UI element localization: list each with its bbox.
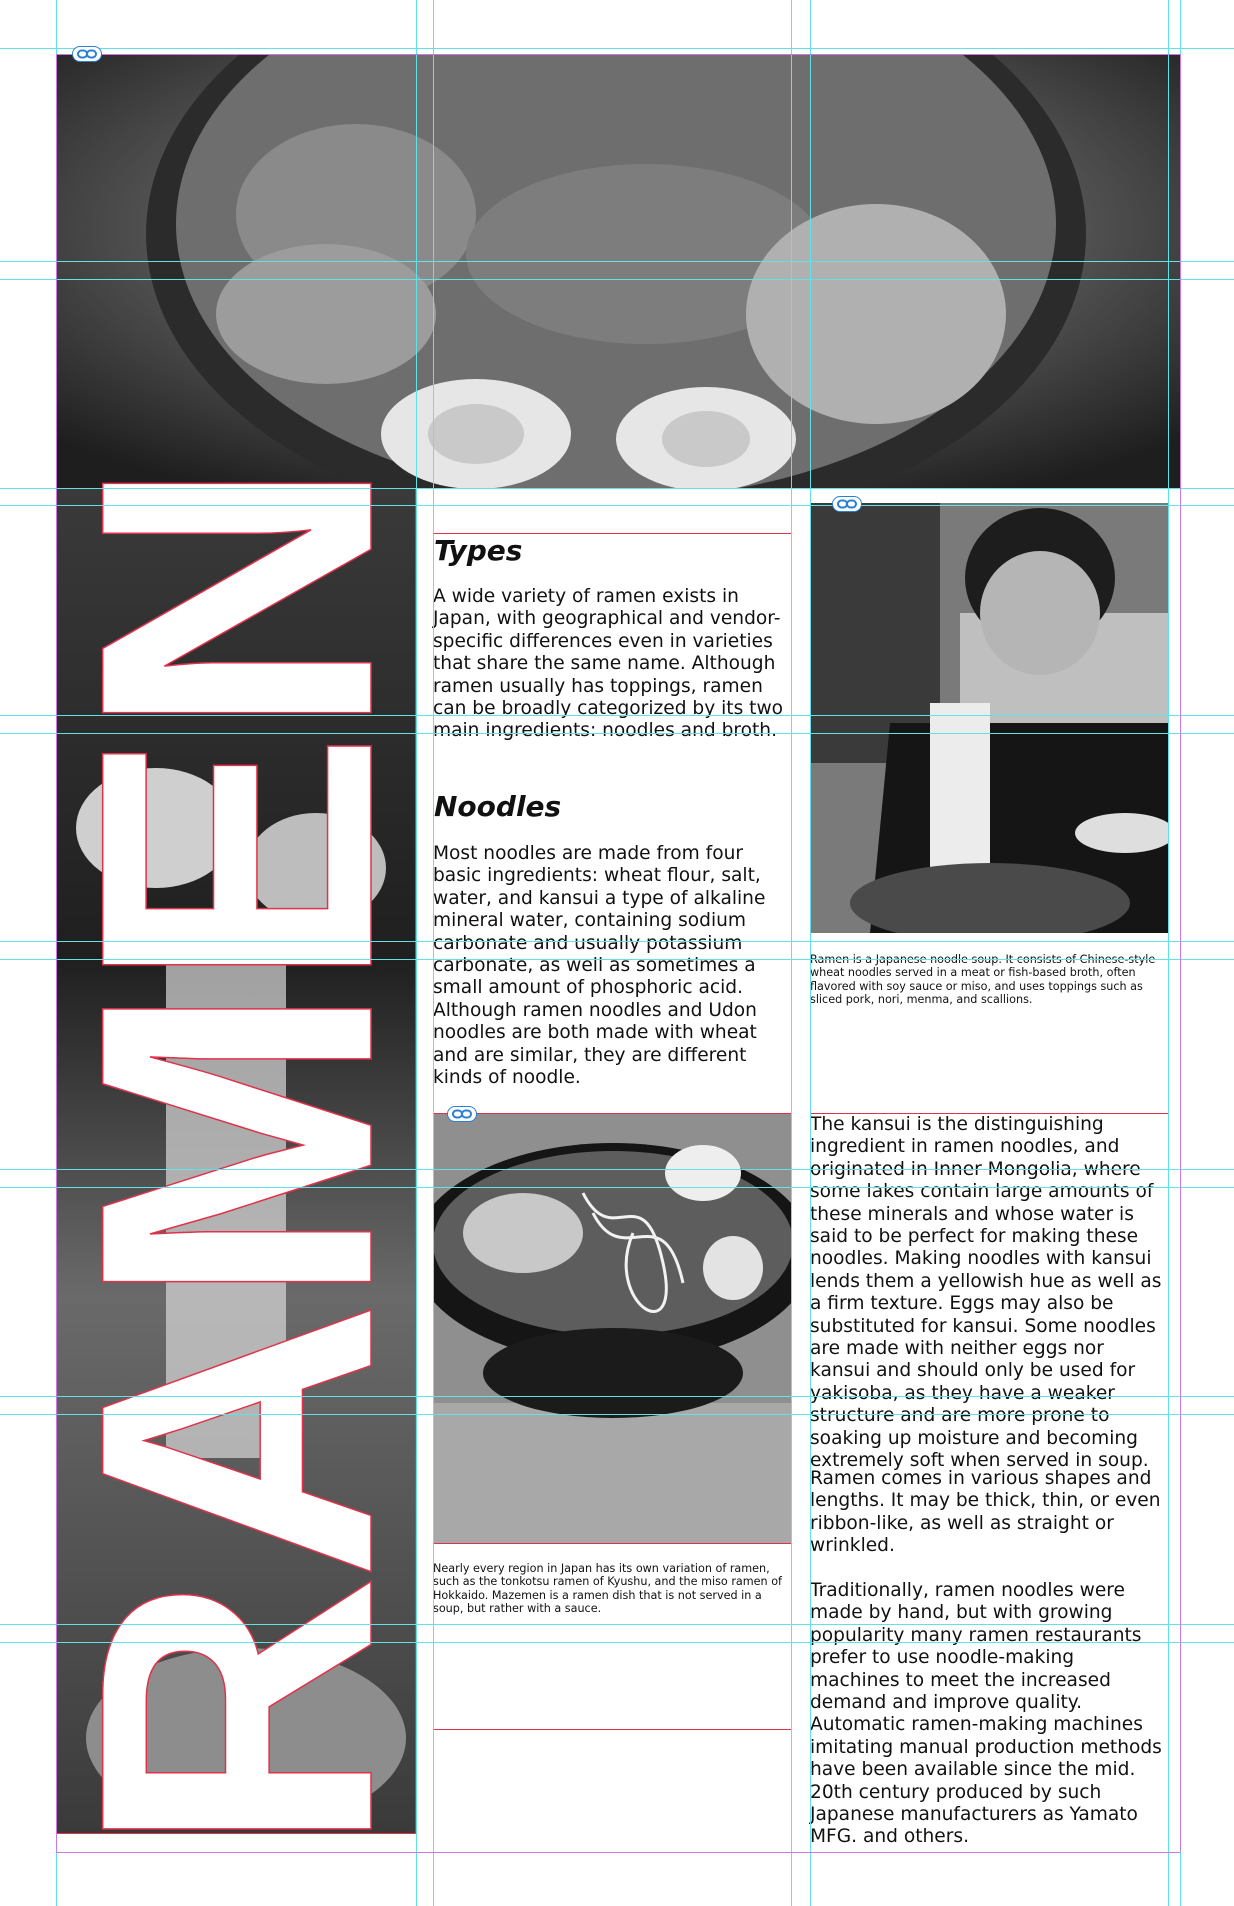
- types-heading: Types: [434, 534, 523, 567]
- guide-vertical: [433, 0, 434, 1906]
- link-icon[interactable]: [832, 496, 862, 512]
- right-body-p2: Ramen comes in various shapes and length…: [810, 1468, 1161, 1557]
- guide-horizontal: [0, 488, 1234, 489]
- guide-horizontal: [0, 941, 1234, 942]
- types-body: A wide variety of ramen exists in Japan,…: [433, 586, 784, 742]
- margin-top: [56, 54, 1180, 55]
- margin-left: [56, 54, 57, 1852]
- guide-horizontal: [0, 1169, 1234, 1170]
- guide-vertical: [416, 0, 417, 1906]
- link-icon[interactable]: [447, 1106, 477, 1122]
- hero-ramen-photo: [56, 54, 1180, 488]
- margin-right: [1180, 54, 1181, 1852]
- guide-vertical: [810, 0, 811, 1906]
- right-body-p3: Traditionally, ramen noodles were made b…: [810, 1580, 1162, 1848]
- bowl-photo-bottom-rule: [433, 1543, 791, 1544]
- guide-horizontal: [0, 715, 1234, 716]
- guide-horizontal: [0, 48, 1234, 49]
- title-frame: [56, 488, 416, 1834]
- link-icon[interactable]: [72, 46, 102, 62]
- bowl-photo-top-rule: [433, 1113, 791, 1114]
- margin-bottom: [56, 1852, 1180, 1853]
- middle-bottom-rule: [433, 1729, 791, 1730]
- bowl-caption: Nearly every region in Japan has its own…: [433, 1562, 782, 1616]
- guide-horizontal: [0, 959, 1234, 960]
- guide-horizontal: [0, 733, 1234, 734]
- right-body-p1: The kansui is the distinguishing ingredi…: [810, 1114, 1162, 1472]
- guide-horizontal: [0, 261, 1234, 262]
- guide-horizontal: [0, 505, 1234, 506]
- guide-vertical: [791, 0, 792, 1906]
- noodles-body: Most noodles are made from four basic in…: [433, 843, 766, 1089]
- ramen-bowl-photo: [433, 1113, 791, 1543]
- boy-caption: Ramen is a Japanese noodle soup. It cons…: [810, 953, 1156, 1007]
- guide-horizontal: [0, 1624, 1234, 1625]
- guide-horizontal: [0, 1396, 1234, 1397]
- boy-eating-ramen-photo: [810, 503, 1168, 933]
- guide-horizontal: [0, 279, 1234, 280]
- noodles-heading: Noodles: [434, 790, 562, 823]
- guide-horizontal: [0, 1642, 1234, 1643]
- guide-horizontal: [0, 1414, 1234, 1415]
- guide-horizontal: [0, 1187, 1234, 1188]
- guide-vertical: [1168, 0, 1169, 1906]
